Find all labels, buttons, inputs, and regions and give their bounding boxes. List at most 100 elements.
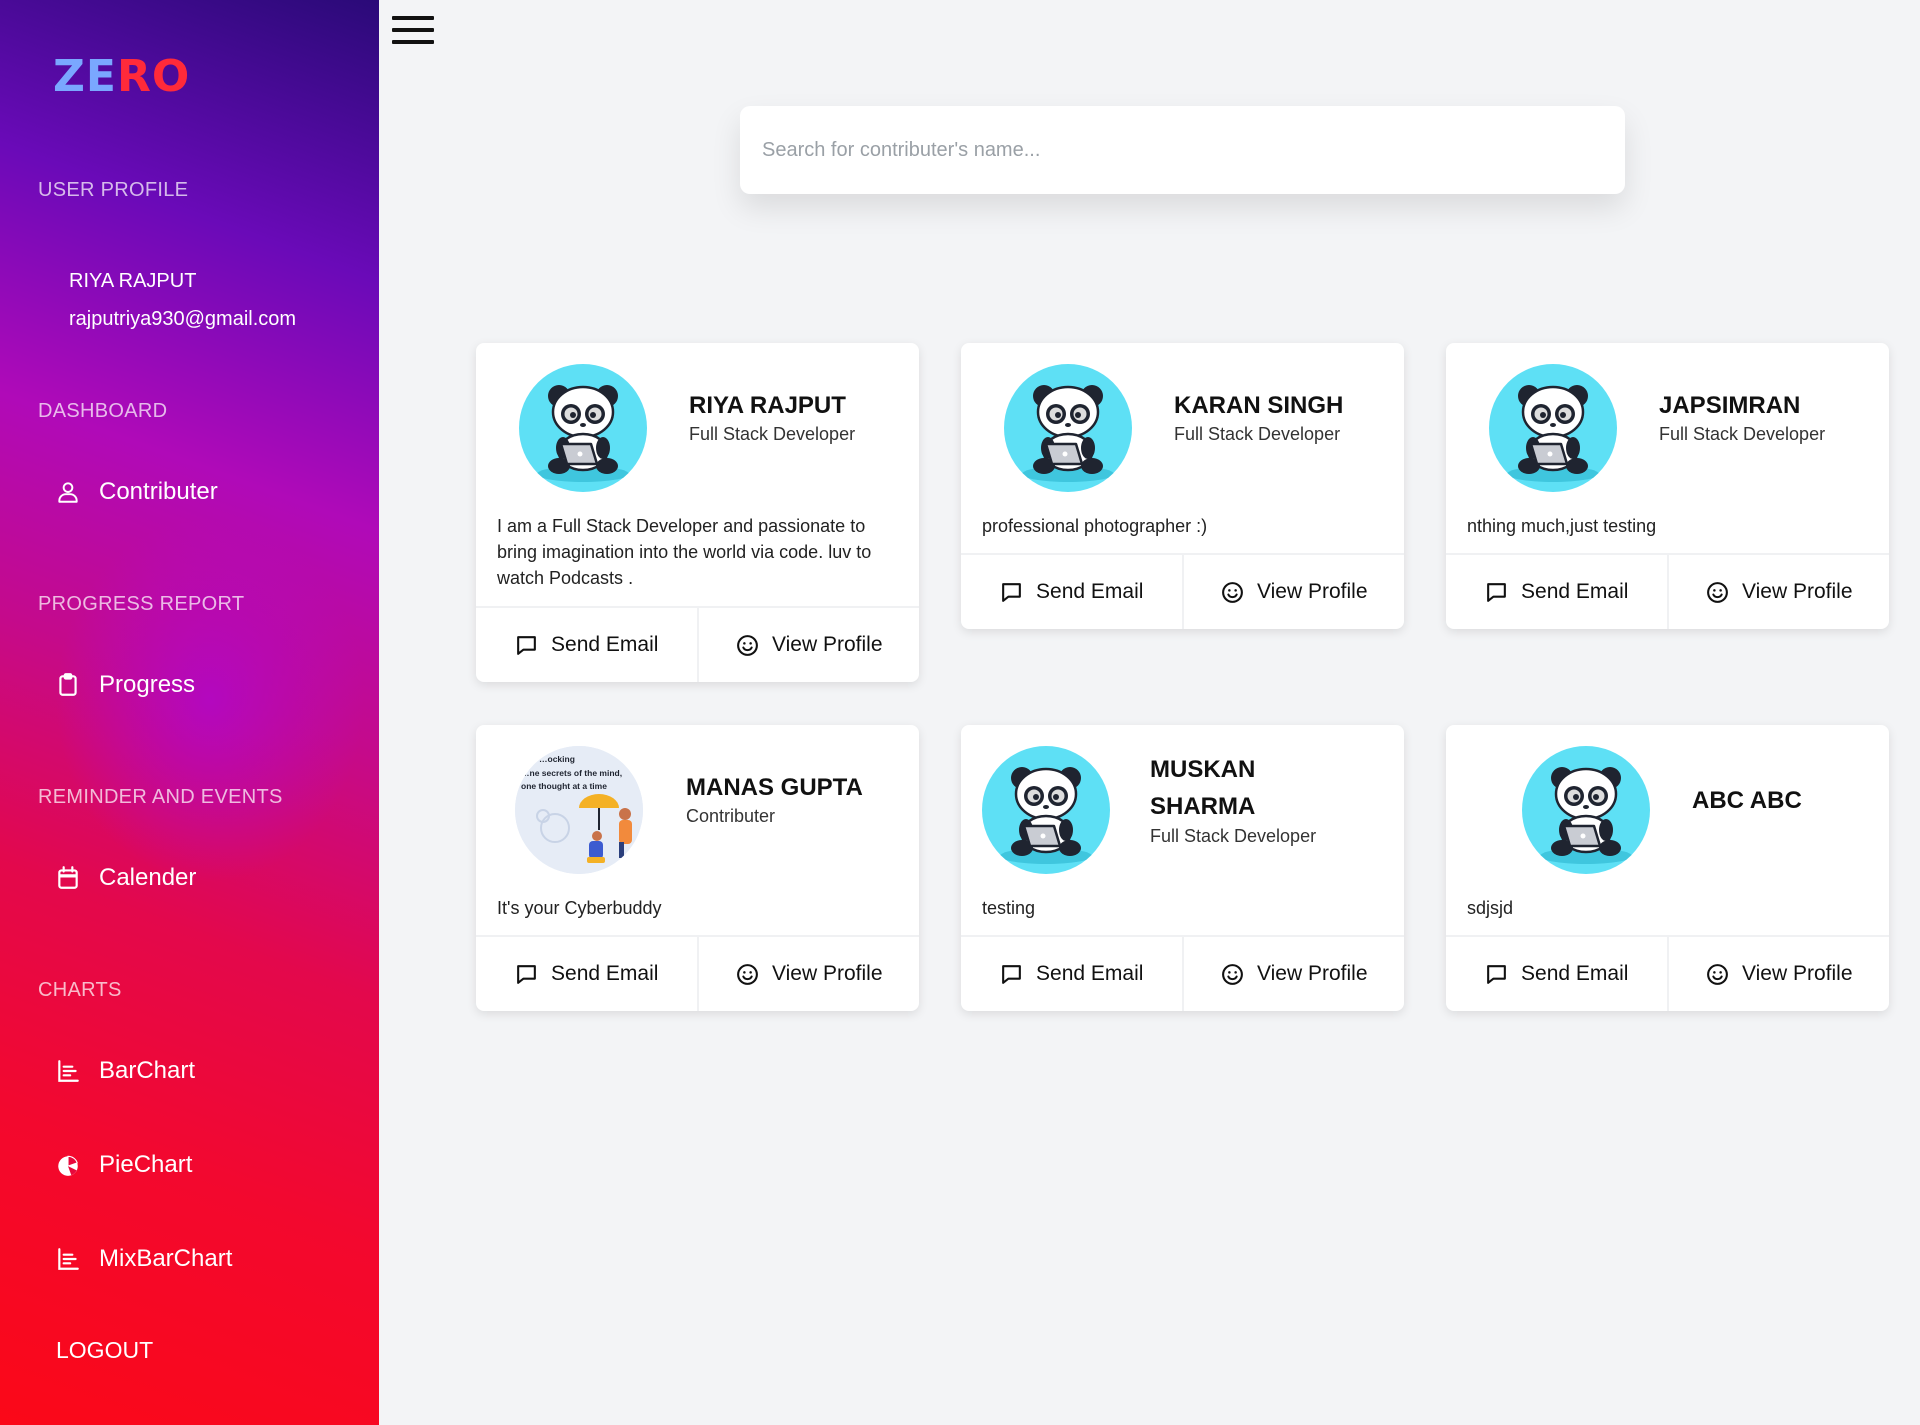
chat-icon <box>1487 582 1506 602</box>
avatar-caption-line1: …ocking <box>539 754 575 764</box>
contributor-name: MANAS GUPTA <box>686 774 863 801</box>
contributor-name: JAPSIMRAN <box>1659 392 1801 419</box>
sidebar-item-label: PieChart <box>99 1151 193 1178</box>
panda-avatar <box>1004 364 1132 492</box>
panda-avatar <box>982 746 1110 874</box>
search-input[interactable] <box>762 138 1625 162</box>
contributor-role: Contributer <box>686 806 776 826</box>
panda-avatar <box>1522 746 1650 874</box>
logo-part-2: RO <box>116 51 191 102</box>
view-profile-button[interactable]: View Profile <box>1666 555 1890 629</box>
view-profile-label: View Profile <box>1742 962 1853 985</box>
contributor-bio: nthing much,just testing <box>1467 516 1657 536</box>
avatar-caption-line2: …ne secrets of the mind, <box>521 768 622 778</box>
view-profile-label: View Profile <box>772 633 883 656</box>
card-actions: Send Email View Profile <box>1446 935 1889 1011</box>
sidebar-item-mixbarchart[interactable]: MixBarChart <box>55 1245 232 1273</box>
user-email: rajputriya930@gmail.com <box>69 308 297 330</box>
illustration-avatar-image: …ocking …ne secrets of the mind, one tho… <box>515 746 643 874</box>
clipboard-icon <box>59 673 77 696</box>
smile-icon <box>1222 581 1243 603</box>
sidebar-item-label: MixBarChart <box>99 1245 233 1272</box>
contributor-name-line1: MUSKAN <box>1150 756 1256 783</box>
sidebar-item-label: Calender <box>99 864 197 891</box>
progress-heading: PROGRESS REPORT <box>38 593 245 615</box>
smile-icon <box>1707 963 1728 985</box>
smile-icon <box>1707 581 1728 603</box>
contributor-name-line2: SHARMA <box>1150 793 1256 820</box>
send-email-label: Send Email <box>551 962 659 985</box>
contributor-name: ABC ABC <box>1692 787 1802 814</box>
view-profile-label: View Profile <box>1257 580 1368 603</box>
sidebar-item-calender[interactable]: Calender <box>55 864 196 892</box>
card-actions: Send Email View Profile <box>961 553 1404 629</box>
sidebar-item-contributer[interactable]: Contributer <box>55 478 218 506</box>
send-email-label: Send Email <box>1036 580 1144 603</box>
chat-icon <box>1002 582 1021 602</box>
contributor-card: RIYA RAJPUT Full Stack Developer I am a … <box>476 343 919 682</box>
view-profile-button[interactable]: View Profile <box>696 937 920 1011</box>
panda-avatar-icon <box>998 765 1094 866</box>
illustration-avatar: …ocking …ne secrets of the mind, one tho… <box>515 746 643 874</box>
contributor-bio: I am a Full Stack Developer and passiona… <box>497 516 872 588</box>
card-actions: Send Email View Profile <box>961 935 1404 1011</box>
view-profile-button[interactable]: View Profile <box>1181 937 1405 1011</box>
calendar-icon <box>58 866 78 889</box>
contributor-card: JAPSIMRAN Full Stack Developer nthing mu… <box>1446 343 1889 629</box>
panda-avatar-icon <box>535 383 631 484</box>
bar-chart-icon <box>58 1060 79 1082</box>
card-actions: Send Email View Profile <box>476 606 919 682</box>
contributor-card: KARAN SINGH Full Stack Developer profess… <box>961 343 1404 629</box>
panda-avatar <box>519 364 647 492</box>
reminder-heading: REMINDER AND EVENTS <box>38 786 283 808</box>
sidebar-item-progress[interactable]: Progress <box>55 671 195 699</box>
chat-icon <box>1487 964 1506 984</box>
chat-icon <box>517 635 536 655</box>
contributor-card: …ocking …ne secrets of the mind, one tho… <box>476 725 919 1011</box>
dashboard-heading: DASHBOARD <box>38 400 168 422</box>
user-icon <box>58 482 78 503</box>
card-actions: Send Email View Profile <box>476 935 919 1011</box>
search-box <box>740 106 1625 194</box>
user-profile-heading: USER PROFILE <box>38 179 189 201</box>
sidebar-item-piechart[interactable]: PieChart <box>55 1151 192 1179</box>
smile-icon <box>737 963 758 985</box>
send-email-button[interactable]: Send Email <box>1446 555 1667 629</box>
contributor-role: Full Stack Developer <box>1150 826 1317 846</box>
logout-link[interactable]: LOGOUT <box>56 1337 153 1364</box>
send-email-label: Send Email <box>1036 962 1144 985</box>
send-email-label: Send Email <box>1521 580 1629 603</box>
send-email-button[interactable]: Send Email <box>1446 937 1667 1011</box>
chat-icon <box>517 964 536 984</box>
contributor-card: MUSKAN SHARMA Full Stack Developer testi… <box>961 725 1404 1011</box>
menu-toggle-button[interactable] <box>392 14 434 46</box>
contributor-bio: professional photographer :) <box>982 516 1208 536</box>
card-actions: Send Email View Profile <box>1446 553 1889 629</box>
avatar-caption-line3: one thought at a time <box>521 781 607 791</box>
contributor-role: Full Stack Developer <box>1659 424 1826 444</box>
sidebar: ZERO USER PROFILE RIYA RAJPUT rajputriya… <box>0 0 379 1425</box>
view-profile-label: View Profile <box>1257 962 1368 985</box>
sidebar-item-barchart[interactable]: BarChart <box>55 1057 195 1085</box>
send-email-label: Send Email <box>551 633 659 656</box>
view-profile-button[interactable]: View Profile <box>696 608 920 682</box>
sidebar-item-label: Progress <box>99 671 196 698</box>
send-email-button[interactable]: Send Email <box>961 555 1182 629</box>
send-email-button[interactable]: Send Email <box>476 608 697 682</box>
contributor-bio: It's your Cyberbuddy <box>497 898 662 918</box>
sidebar-item-label: Contributer <box>99 478 218 505</box>
contributor-name: KARAN SINGH <box>1174 392 1344 419</box>
contributor-card: ABC ABC sdjsjd Send Email View Profile <box>1446 725 1889 1011</box>
user-name: RIYA RAJPUT <box>69 270 197 292</box>
app-logo[interactable]: ZERO <box>53 52 190 102</box>
panda-avatar-icon <box>1020 383 1116 484</box>
view-profile-button[interactable]: View Profile <box>1666 937 1890 1011</box>
contributor-role: Full Stack Developer <box>689 424 856 444</box>
send-email-button[interactable]: Send Email <box>961 937 1182 1011</box>
panda-avatar <box>1489 364 1617 492</box>
view-profile-button[interactable]: View Profile <box>1181 555 1405 629</box>
bar-chart-icon <box>58 1248 79 1270</box>
send-email-button[interactable]: Send Email <box>476 937 697 1011</box>
contributor-name: RIYA RAJPUT <box>689 392 846 419</box>
contributor-bio: testing <box>982 898 1036 918</box>
